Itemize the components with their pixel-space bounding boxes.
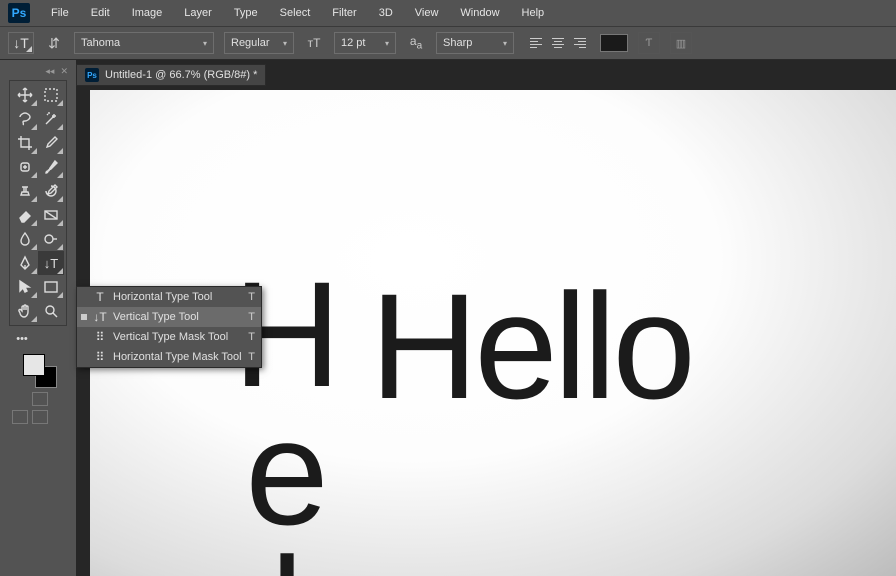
toggle-orientation-icon[interactable]: ⇵	[44, 33, 64, 53]
chevron-down-icon: ▾	[283, 39, 287, 48]
flyout-vertical-type-mask[interactable]: ⠿ Vertical Type Mask Tool T	[77, 327, 261, 347]
hand-tool[interactable]	[12, 299, 38, 323]
warp-text-button[interactable]: Ƭ	[638, 32, 660, 54]
menu-view[interactable]: View	[406, 4, 448, 22]
font-size-icon: тT	[304, 36, 324, 50]
magic-wand-tool[interactable]	[38, 107, 64, 131]
font-size-value: 12 pt	[341, 37, 365, 49]
menu-type[interactable]: Type	[225, 4, 267, 22]
chevron-down-icon: ▾	[503, 39, 507, 48]
chevron-down-icon: ▾	[385, 39, 389, 48]
text-align-group	[526, 33, 590, 53]
type-tool-flyout: T Horizontal Type Tool T ↓T Vertical Typ…	[76, 286, 262, 368]
healing-brush-tool[interactable]	[12, 155, 38, 179]
eyedropper-tool[interactable]	[38, 131, 64, 155]
menu-3d[interactable]: 3D	[370, 4, 402, 22]
document-tab[interactable]: Ps Untitled-1 @ 66.7% (RGB/8#) *	[76, 64, 266, 86]
options-bar: ↓T ⇵ Tahoma ▾ Regular ▾ тT 12 pt ▾ aa Sharp…	[0, 26, 896, 60]
font-style-value: Regular	[231, 37, 270, 49]
horizontal-type-mask-icon: ⠿	[93, 350, 107, 364]
history-brush-tool[interactable]	[38, 179, 64, 203]
quick-mask-button[interactable]	[32, 392, 48, 406]
type-icon: T	[93, 290, 107, 304]
path-selection-tool[interactable]	[12, 275, 38, 299]
horizontal-type-layer[interactable]: Hello	[370, 260, 692, 433]
text-color-swatch[interactable]	[600, 34, 628, 52]
antialias-icon: aa	[406, 34, 426, 51]
panel-collapse-buttons[interactable]: ◂◂✕	[4, 66, 72, 80]
app-logo: Ps	[8, 3, 30, 23]
active-tool-indicator[interactable]: ↓T	[8, 32, 34, 54]
antialias-value: Sharp	[443, 37, 472, 49]
align-right-button[interactable]	[570, 33, 590, 53]
menu-window[interactable]: Window	[451, 4, 508, 22]
flyout-vertical-type[interactable]: ↓T Vertical Type Tool T	[77, 307, 261, 327]
lasso-tool[interactable]	[12, 107, 38, 131]
flyout-horizontal-type[interactable]: T Horizontal Type Tool T	[77, 287, 261, 307]
chevron-down-icon: ▾	[203, 39, 207, 48]
vertical-type-mask-icon: ⠿	[93, 330, 107, 344]
clone-stamp-tool[interactable]	[12, 179, 38, 203]
menu-filter[interactable]: Filter	[323, 4, 365, 22]
rectangle-tool[interactable]	[38, 275, 64, 299]
document-tab-title: Untitled-1 @ 66.7% (RGB/8#) *	[105, 69, 257, 81]
type-tool[interactable]: ↓T	[38, 251, 64, 275]
character-panel-button[interactable]: ▥	[670, 32, 692, 54]
zoom-tool[interactable]	[38, 299, 64, 323]
vertical-type-icon: ↓T	[93, 310, 107, 324]
dodge-tool[interactable]	[38, 227, 64, 251]
color-swatches[interactable]	[23, 354, 57, 388]
marquee-tool[interactable]	[38, 83, 64, 107]
move-tool[interactable]	[12, 83, 38, 107]
align-left-button[interactable]	[526, 33, 546, 53]
font-family-dropdown[interactable]: Tahoma ▾	[74, 32, 214, 54]
align-center-button[interactable]	[548, 33, 568, 53]
screen-mode-button-2[interactable]	[32, 410, 48, 424]
tools-panel: ↓T	[9, 80, 67, 326]
blur-tool[interactable]	[12, 227, 38, 251]
eraser-tool[interactable]	[12, 203, 38, 227]
font-size-dropdown[interactable]: 12 pt ▾	[334, 32, 396, 54]
crop-tool[interactable]	[12, 131, 38, 155]
menu-layer[interactable]: Layer	[175, 4, 221, 22]
menu-file[interactable]: File	[42, 4, 78, 22]
menu-edit[interactable]: Edit	[82, 4, 119, 22]
menu-bar: Ps File Edit Image Layer Type Select Fil…	[0, 0, 896, 26]
brush-tool[interactable]	[38, 155, 64, 179]
edit-toolbar-button[interactable]: •••	[11, 330, 33, 348]
antialias-dropdown[interactable]: Sharp ▾	[436, 32, 514, 54]
menu-image[interactable]: Image	[123, 4, 172, 22]
foreground-color-swatch[interactable]	[23, 354, 45, 376]
gradient-tool[interactable]	[38, 203, 64, 227]
menu-select[interactable]: Select	[271, 4, 320, 22]
font-family-value: Tahoma	[81, 37, 120, 49]
flyout-horizontal-type-mask[interactable]: ⠿ Horizontal Type Mask Tool T	[77, 347, 261, 367]
pen-tool[interactable]	[12, 251, 38, 275]
ps-badge-icon: Ps	[85, 68, 99, 82]
tools-panel-container: ◂◂✕ ↓T •••	[0, 60, 76, 576]
font-style-dropdown[interactable]: Regular ▾	[224, 32, 294, 54]
menu-help[interactable]: Help	[513, 4, 554, 22]
screen-mode-button[interactable]	[12, 410, 28, 424]
